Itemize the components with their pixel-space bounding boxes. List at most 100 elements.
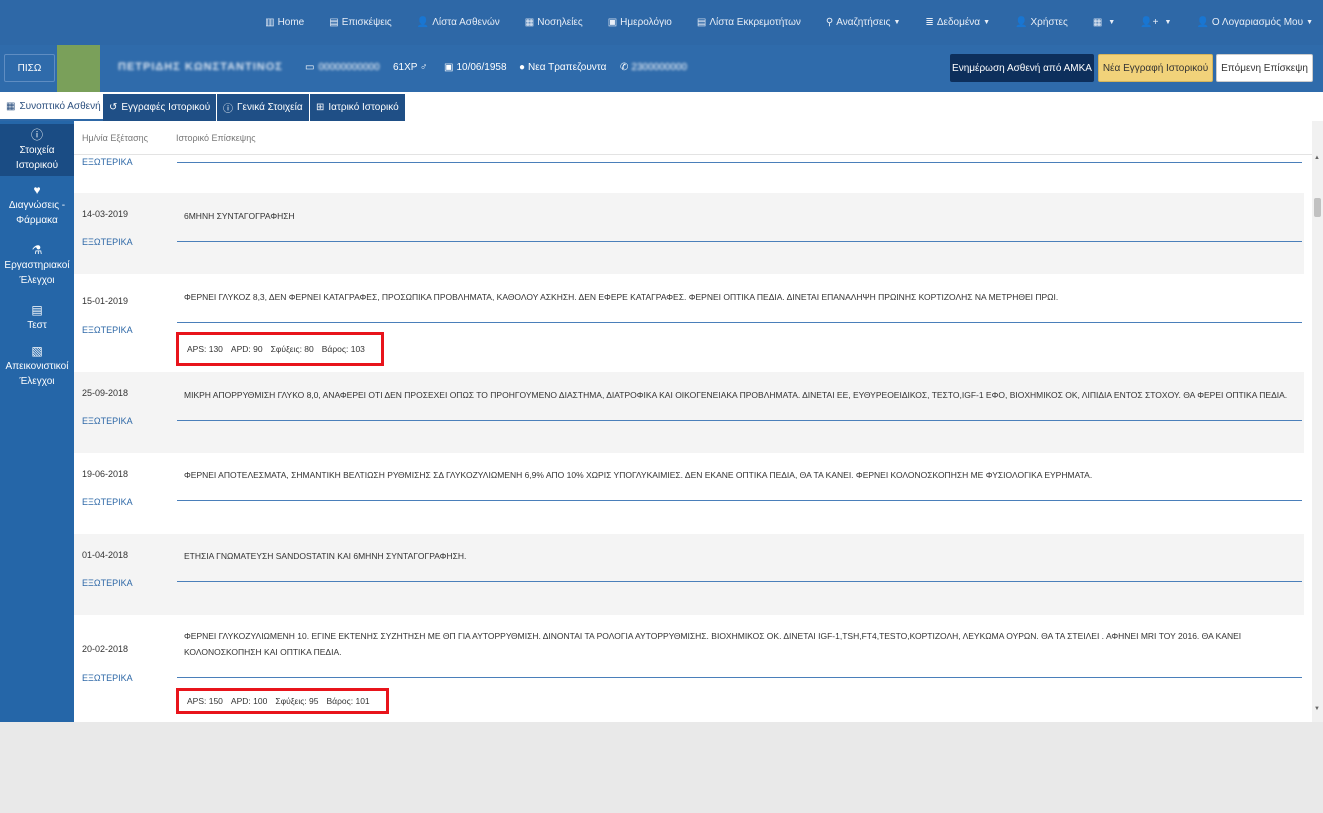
nav-add-user[interactable]: 👤+ ▼ (1140, 17, 1171, 28)
nav-grid-menu[interactable]: ▦ ▼ (1093, 17, 1115, 28)
sidebar-item-history-details[interactable]: ⓘ Στοιχεία Ιστορικού (0, 124, 74, 176)
table-row[interactable]: 14-03-2019 ΕΞΩΤΕΡΙΚΑ 6ΜΗΝΗ ΣΥΝΤΑΓΟΓΡΑΦΗΣ… (74, 193, 1304, 274)
caret-down-icon: ▼ (1164, 19, 1172, 26)
sidebar-label: Εργαστηριακοί (4, 260, 70, 271)
next-visit-button[interactable]: Επόμενη Επίσκεψη (1216, 54, 1313, 82)
account-icon: 👤 (1196, 17, 1209, 28)
sidebar: ⓘ Στοιχεία Ιστορικού ♥ Διαγνώσεις - Φάρμ… (0, 121, 74, 722)
id-card-icon: ▭ (305, 62, 315, 73)
nav-visits[interactable]: ▤ Επισκέψεις (329, 17, 392, 28)
phone-value: 2300000000 (631, 62, 688, 73)
search-icon: ⚲ (825, 17, 834, 28)
nav-label: Ο Λογαριασμός Μου (1211, 17, 1304, 28)
visit-date: 25-09-2018 (82, 388, 129, 398)
vital-aps: APS: 150 (187, 696, 223, 706)
clipboard-icon: ▤ (31, 303, 43, 317)
hospital-icon: ▦ (524, 17, 535, 28)
tab-history-entries[interactable]: ↺ Εγγραφές Ιστορικού (103, 94, 217, 121)
nav-users[interactable]: 👤 Χρήστες (1015, 17, 1068, 28)
patient-age-gender: 61ΧΡ ♂ (393, 62, 428, 73)
top-nav: ▥ Home ▤ Επισκέψεις 👤 Λίστα Ασθενών ▦ Νοσηλε… (0, 0, 1323, 45)
tabs-row: ▦ Συνοπτικό Ασθενή ↺ Εγγραφές Ιστορικού ⓘ Γ… (0, 92, 1323, 121)
visit-note: ΦΕΡΝΕΙ ΑΠΟΤΕΛΕΣΜΑΤΑ, ΣΗΜΑΝΤΙΚΗ ΒΕΛΤΙΩΣΗ … (184, 470, 1093, 480)
tab-medical-history[interactable]: ⊞ Ιατρικό Ιστορικό (310, 94, 405, 121)
nav-label: Ημερολόγιο (620, 17, 672, 28)
sidebar-item-lab-tests[interactable]: ⚗ Εργαστηριακοί Έλεγχοι (0, 243, 74, 288)
vital-aps: APS: 130 (187, 344, 223, 354)
patient-photo (57, 45, 100, 92)
caret-down-icon: ▼ (893, 19, 901, 26)
scroll-thumb[interactable] (1314, 198, 1321, 217)
table-row[interactable]: 20-02-2018 ΕΞΩΤΕΡΙΚΑ ΦΕΡΝΕΙ ΓΛΥΚΟΖΥΛΙΩΜΕ… (74, 615, 1304, 722)
visit-date: 15-01-2019 (82, 296, 129, 306)
users-icon: 👤 (1015, 17, 1028, 28)
nav-label: Χρήστες (1030, 17, 1068, 28)
nav-label: Επισκέψεις (341, 17, 392, 28)
history-table: Ημ/νία Εξέτασης Ιστορικό Επίσκεψης ΕΞΩΤΕ… (74, 121, 1312, 722)
column-header-date: Ημ/νία Εξέτασης (82, 133, 148, 143)
table-header: Ημ/νία Εξέτασης Ιστορικό Επίσκεψης (74, 121, 1312, 155)
nav-hospitalizations[interactable]: ▦ Νοσηλείες (525, 17, 583, 28)
caret-down-icon: ▼ (1108, 19, 1116, 26)
calendar-icon: ▣ (444, 62, 454, 73)
sidebar-item-diagnoses-drugs[interactable]: ♥ Διαγνώσεις - Φάρμακα (0, 183, 74, 228)
birthdate-value: 10/06/1958 (456, 62, 507, 73)
vital-apd: APD: 90 (230, 344, 263, 354)
visit-note: ΦΕΡΝΕΙ ΓΛΥΚΟΖ 8,3, ΔΕΝ ΦΕΡΝΕΙ ΚΑΤΑΓΡΑΦΕΣ… (184, 292, 1059, 302)
nav-calendar[interactable]: ▣ Ημερολόγιο (608, 17, 672, 28)
info-circle-icon: ⓘ (30, 128, 43, 142)
vitals-highlight: APS: 130 APD: 90 Σφύξεις: 80 Βάρος: 103 (176, 332, 384, 366)
nav-patient-list[interactable]: 👤 Λίστα Ασθενών (417, 17, 500, 28)
image-file-icon: ▧ (31, 344, 43, 358)
visit-type: ΕΞΩΤΕΡΙΚΑ (82, 325, 133, 335)
table-row[interactable]: 15-01-2019 ΕΞΩΤΕΡΙΚΑ ΦΕΡΝΕΙ ΓΛΥΚΟΖ 8,3, … (74, 274, 1304, 372)
row-divider (177, 241, 1302, 242)
vital-pulse: Σφύξεις: 95 (275, 696, 319, 706)
vital-weight: Βάρος: 101 (326, 696, 370, 706)
visit-type: ΕΞΩΤΕΡΙΚΑ (82, 673, 133, 683)
nav-pending-list[interactable]: ▤ Λίστα Εκκρεμοτήτων (697, 17, 801, 28)
column-header-history: Ιστορικό Επίσκεψης (176, 133, 256, 143)
tab-patient-summary[interactable]: ▦ Συνοπτικό Ασθενή (0, 94, 107, 121)
visit-type: ΕΞΩΤΕΡΙΚΑ (82, 416, 133, 426)
patient-city: ● Νεα Τραπεζουντα (519, 62, 606, 73)
new-history-entry-button[interactable]: Νέα Εγγραφή Ιστορικού (1098, 54, 1213, 82)
scroll-down-arrow-icon[interactable]: ▼ (1314, 706, 1320, 712)
visit-type: ΕΞΩΤΕΡΙΚΑ (82, 157, 133, 167)
nav-label: Λίστα Εκκρεμοτήτων (709, 17, 801, 28)
table-row[interactable]: 25-09-2018 ΕΞΩΤΕΡΙΚΑ ΜΙΚΡΗ ΑΠΟΡΡΥΘΜΙΣΗ Γ… (74, 372, 1304, 453)
table-row[interactable]: ΕΞΩΤΕΡΙΚΑ (74, 155, 1304, 193)
scroll-up-arrow-icon[interactable]: ▲ (1314, 155, 1320, 161)
sidebar-item-imaging[interactable]: ▧ Απεικονιστικοί Έλεγχοι (0, 344, 74, 389)
update-from-amka-button[interactable]: Ενημέρωση Ασθενή από ΑΜΚΑ (950, 54, 1094, 82)
tab-label: Εγγραφές Ιστορικού (121, 102, 211, 113)
nav-account[interactable]: 👤 Ο Λογαριασμός Μου ▼ (1196, 17, 1313, 28)
phone-icon: ✆ (620, 62, 629, 73)
city-value: Νεα Τραπεζουντα (528, 62, 607, 73)
nav-data[interactable]: ≣ Δεδομένα ▼ (925, 17, 990, 28)
tab-general-info[interactable]: ⓘ Γενικά Στοιχεία (217, 94, 309, 121)
user-icon: 👤 (416, 17, 430, 28)
visit-type: ΕΞΩΤΕΡΙΚΑ (82, 578, 133, 588)
nav-searches[interactable]: ⚲ Αναζητήσεις ▼ (826, 17, 901, 28)
table-row[interactable]: 01-04-2018 ΕΞΩΤΕΡΙΚΑ ΕΤΗΣΙΑ ΓΝΩΜΑΤΕΥΣΗ S… (74, 534, 1304, 615)
nav-home[interactable]: ▥ Home (265, 17, 304, 28)
back-button[interactable]: ΠΙΣΩ (4, 54, 55, 82)
visit-date: 19-06-2018 (82, 469, 129, 479)
table-row[interactable]: 19-06-2018 ΕΞΩΤΕΡΙΚΑ ΦΕΡΝΕΙ ΑΠΟΤΕΛΕΣΜΑΤΑ… (74, 453, 1304, 534)
content-scrollbar[interactable]: ▲ ▼ (1312, 121, 1323, 722)
sidebar-label: Ιστορικού (15, 160, 59, 171)
grid-icon: ▦ (1092, 17, 1103, 28)
tab-label: Συνοπτικό Ασθενή (19, 101, 101, 112)
visit-type: ΕΞΩΤΕΡΙΚΑ (82, 237, 133, 247)
sidebar-label: Στοιχεία (19, 145, 55, 156)
grid-icon: ▦ (6, 101, 16, 112)
sidebar-label: Έλεγχοι (19, 376, 55, 387)
sidebar-item-tests[interactable]: ▤ Τεστ (0, 303, 74, 333)
database-icon: ≣ (925, 17, 934, 28)
sidebar-label: Έλεγχοι (19, 275, 55, 286)
vital-apd: APD: 100 (230, 696, 268, 706)
history-icon: ↺ (109, 102, 118, 113)
row-divider (177, 322, 1302, 323)
nav-label: Αναζητήσεις (836, 17, 891, 28)
